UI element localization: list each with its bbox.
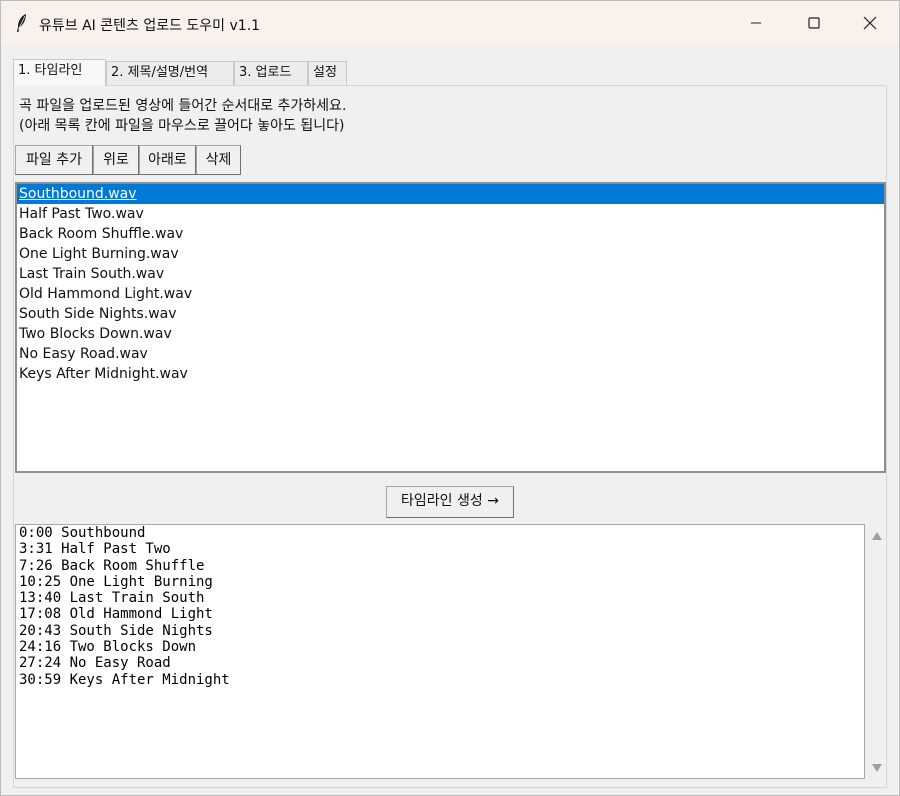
timeline-line: 17:08 Old Hammond Light bbox=[19, 606, 213, 623]
timeline-line: 10:25 One Light Burning bbox=[19, 573, 213, 590]
timeline-output[interactable]: 0:00 Southbound 3:31 Half Past Two 7:26 … bbox=[15, 524, 865, 779]
generate-timeline-button[interactable]: 타임라인 생성 → bbox=[386, 486, 514, 518]
close-button[interactable] bbox=[841, 1, 899, 45]
file-listbox[interactable]: Southbound.wav Half Past Two.wav Back Ro… bbox=[15, 182, 886, 473]
tab-title-desc-translate[interactable]: 2. 제목/설명/번역 bbox=[106, 61, 234, 85]
maximize-button[interactable] bbox=[785, 1, 843, 45]
move-up-button[interactable]: 위로 bbox=[93, 145, 139, 175]
timeline-line: 13:40 Last Train South bbox=[19, 590, 205, 607]
file-list-item[interactable]: Southbound.wav bbox=[17, 184, 884, 204]
tab-settings[interactable]: 설정 bbox=[308, 61, 347, 85]
timeline-line: 30:59 Keys After Midnight bbox=[19, 671, 230, 688]
minimize-icon bbox=[751, 22, 761, 24]
minimize-button[interactable] bbox=[727, 1, 785, 45]
maximize-icon bbox=[808, 17, 820, 29]
file-list-item[interactable]: Keys After Midnight.wav bbox=[17, 364, 884, 384]
instruction-line-2: (아래 목록 칸에 파일을 마우스로 끌어다 놓아도 됩니다) bbox=[19, 118, 345, 134]
tab-upload[interactable]: 3. 업로드 bbox=[234, 61, 308, 85]
app-window: 유튜브 AI 콘텐츠 업로드 도우미 v1.1 1. 타임라인 2. 제목/설명… bbox=[0, 0, 900, 796]
instruction-line-1: 곡 파일을 업로드된 영상에 들어간 순서대로 추가하세요. bbox=[19, 98, 347, 114]
scroll-up-arrow-icon[interactable] bbox=[872, 532, 882, 540]
timeline-line: 7:26 Back Room Shuffle bbox=[19, 557, 205, 574]
timeline-line: 27:24 No Easy Road bbox=[19, 655, 171, 672]
delete-button[interactable]: 삭제 bbox=[196, 145, 241, 175]
scroll-down-arrow-icon[interactable] bbox=[872, 764, 882, 772]
file-list-item[interactable]: Back Room Shuffle.wav bbox=[17, 224, 884, 244]
file-list-item[interactable]: One Light Burning.wav bbox=[17, 244, 884, 264]
file-list-item[interactable]: Two Blocks Down.wav bbox=[17, 324, 884, 344]
timeline-scrollbar[interactable] bbox=[866, 524, 886, 779]
window-title: 유튜브 AI 콘텐츠 업로드 도우미 v1.1 bbox=[39, 18, 261, 34]
tab-timeline[interactable]: 1. 타임라인 bbox=[13, 59, 106, 86]
feather-icon bbox=[17, 14, 26, 32]
title-bar[interactable]: 유튜브 AI 콘텐츠 업로드 도우미 v1.1 bbox=[1, 1, 899, 45]
timeline-line: 3:31 Half Past Two bbox=[19, 541, 171, 558]
move-down-button[interactable]: 아래로 bbox=[139, 145, 196, 175]
add-file-button[interactable]: 파일 추가 bbox=[15, 145, 93, 175]
file-list-item[interactable]: Half Past Two.wav bbox=[17, 204, 884, 224]
file-list-item[interactable]: South Side Nights.wav bbox=[17, 304, 884, 324]
timeline-line: 0:00 Southbound bbox=[19, 525, 146, 541]
timeline-line: 20:43 South Side Nights bbox=[19, 622, 213, 639]
timeline-line: 24:16 Two Blocks Down bbox=[19, 639, 197, 656]
file-list-item[interactable]: No Easy Road.wav bbox=[17, 344, 884, 364]
close-icon bbox=[863, 16, 877, 30]
file-list-item[interactable]: Old Hammond Light.wav bbox=[17, 284, 884, 304]
file-list-item[interactable]: Last Train South.wav bbox=[17, 264, 884, 284]
